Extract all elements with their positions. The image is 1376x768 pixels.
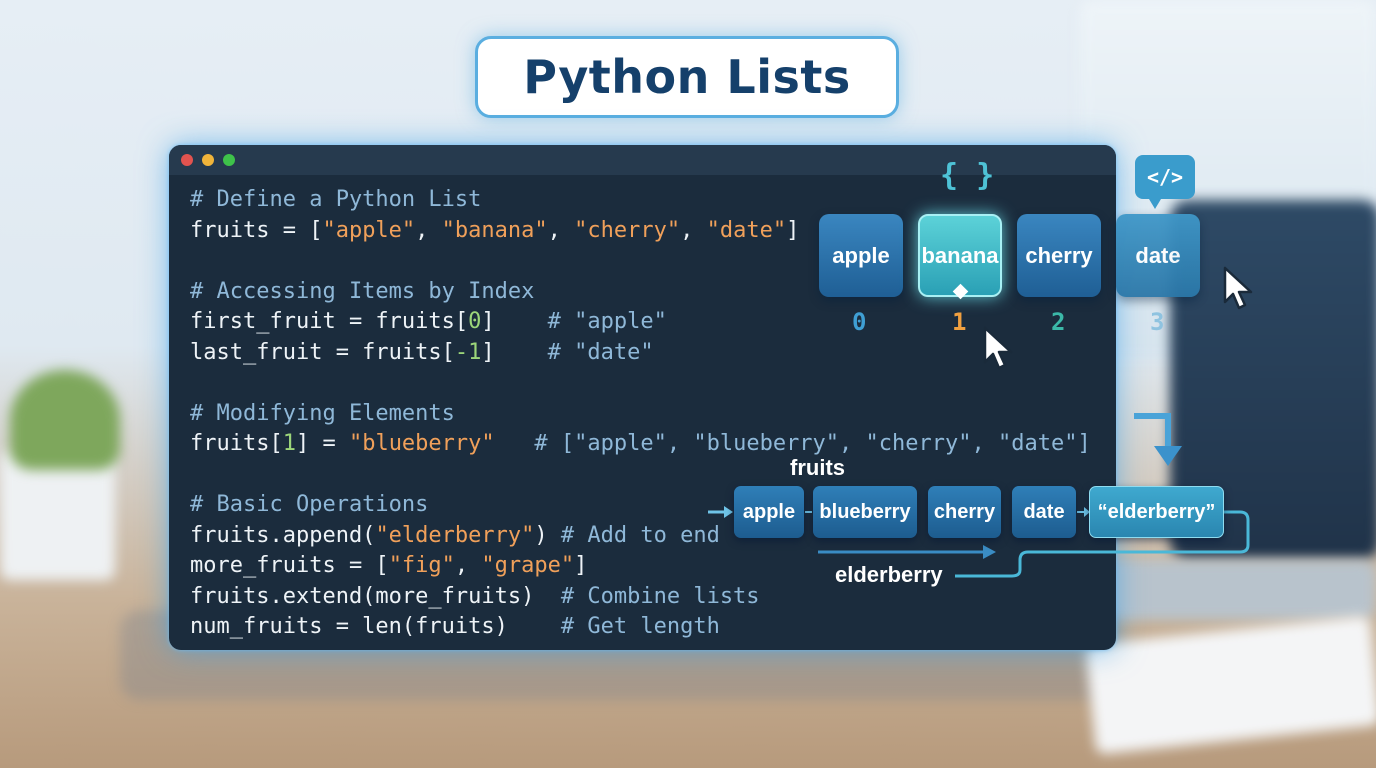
row-item-blueberry: blueberry [813, 486, 917, 538]
row-item-elderberry: “elderberry” [1089, 486, 1224, 538]
row-item-cherry: cherry [928, 486, 1001, 538]
appended-item-label: elderberry [835, 562, 943, 587]
row-item-date: date [1012, 486, 1076, 538]
connector-lines [708, 506, 1250, 578]
row-item-apple: apple [734, 486, 804, 538]
